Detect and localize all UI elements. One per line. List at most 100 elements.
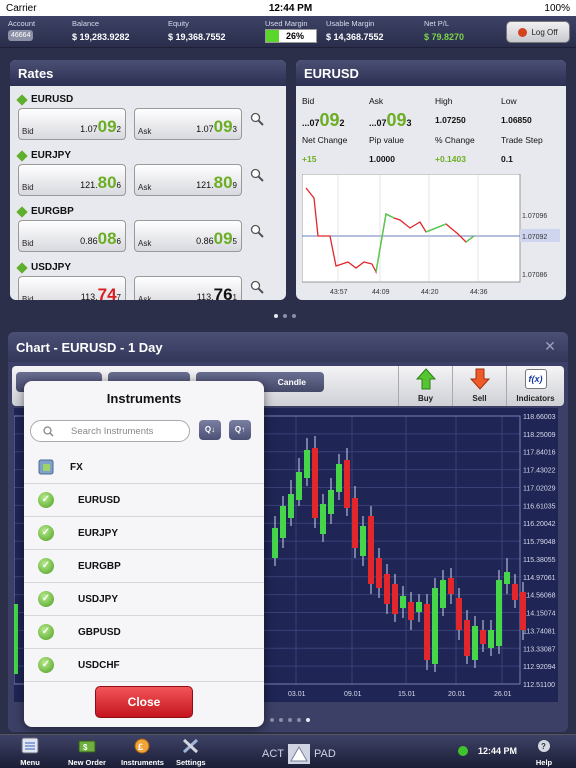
nav-help[interactable]: ? Help [534, 737, 554, 767]
logoff-label: Log Off [531, 27, 558, 37]
candle-body [496, 580, 502, 646]
instrument-row-gbpusd[interactable]: ✓ GBPUSD [24, 616, 264, 649]
eurusd-ask-value: ...07093 [369, 110, 412, 130]
indicators-button[interactable]: f(x) Indicators [506, 366, 564, 406]
page-dot[interactable] [279, 718, 283, 722]
ask-quote-button[interactable]: Ask 121.809 [134, 164, 242, 196]
netpl-label: Net P/L [424, 19, 450, 28]
power-icon [518, 27, 528, 37]
y-tick-label: 117.02029 [523, 485, 556, 492]
instrument-row-usdjpy[interactable]: ✓ USDJPY [24, 583, 264, 616]
candle-body [440, 580, 446, 608]
page-dot[interactable] [306, 718, 310, 722]
ask-price: 121.809 [196, 173, 237, 192]
bid-price: 113.747 [80, 285, 121, 300]
logoff-button[interactable]: Log Off [506, 21, 570, 43]
tick-x-label: 44:36 [470, 289, 488, 296]
nav-settings[interactable]: Settings [176, 737, 206, 767]
bid-quote-button[interactable]: Bid 113.747 [18, 276, 126, 300]
instrument-group-fx[interactable]: FX [24, 451, 264, 484]
checkmark-icon[interactable]: ✓ [38, 624, 54, 640]
eurusd-title: EURUSD [296, 60, 566, 86]
instrument-row-eurgbp[interactable]: ✓ EURGBP [24, 550, 264, 583]
nav-instruments[interactable]: £ Instruments [121, 737, 164, 767]
nav-new-order-label: New Order [68, 758, 106, 767]
buy-button[interactable]: Buy [398, 366, 452, 406]
y-tick-label: 114.15074 [523, 611, 556, 618]
close-chart-icon[interactable]: ✕ [542, 338, 558, 354]
candle-body [296, 472, 302, 500]
close-button[interactable]: Close [95, 686, 193, 718]
bid-quote-button[interactable]: Bid 121.806 [18, 164, 126, 196]
balance-block: Balance $ 19,283.9282 [72, 19, 130, 42]
ask-quote-button[interactable]: Ask 0.86095 [134, 220, 242, 252]
instrument-row-eurusd[interactable]: ✓ EURUSD [24, 484, 264, 517]
bid-quote-button[interactable]: Bid 1.07092 [18, 108, 126, 140]
trade-step-value: 0.1 [501, 154, 513, 164]
candle-body [416, 602, 422, 612]
pip-value: 1.0000 [369, 154, 395, 164]
rate-symbol-eurusd[interactable]: EURUSD [16, 93, 73, 106]
nav-clock: 12:44 PM [478, 746, 518, 756]
svg-text:?: ? [541, 742, 546, 751]
magnifier-icon[interactable] [250, 168, 264, 182]
page-indicator-top[interactable] [274, 314, 296, 318]
instrument-row-usdchf[interactable]: ✓ USDCHF [24, 649, 264, 682]
page-indicator-bottom[interactable] [270, 718, 310, 722]
checkmark-icon[interactable]: ✓ [38, 558, 54, 574]
balance-value: $ 19,283.9282 [72, 32, 130, 42]
new-order-icon: $ [78, 740, 96, 753]
sort-descending-button[interactable]: Q↓ [199, 420, 221, 440]
page-dot[interactable] [283, 314, 287, 318]
net-change-value: +15 [302, 154, 317, 164]
magnifier-icon[interactable] [250, 112, 264, 126]
checkmark-icon[interactable]: ✓ [38, 657, 54, 673]
page-dot[interactable] [288, 718, 292, 722]
instrument-search-input[interactable]: Search Instruments [30, 420, 190, 442]
page-dot[interactable] [297, 718, 301, 722]
x-tick-label: 15.01 [398, 691, 416, 698]
candle-body [408, 602, 414, 620]
nav-menu-label: Menu [20, 758, 40, 767]
bid-quote-button[interactable]: Bid 0.86086 [18, 220, 126, 252]
checkmark-icon[interactable]: ✓ [38, 525, 54, 541]
instrument-name: USDCHF [78, 659, 120, 671]
instrument-name: GBPUSD [78, 626, 121, 638]
nav-new-order[interactable]: $ New Order [68, 737, 106, 767]
instrument-row-eurjpy[interactable]: ✓ EURJPY [24, 517, 264, 550]
page-dot[interactable] [270, 718, 274, 722]
candle-option[interactable]: Candle [278, 377, 306, 387]
candle-body [336, 464, 342, 492]
ask-quote-button[interactable]: Ask 113.761 [134, 276, 242, 300]
candle-body [424, 604, 430, 660]
instruments-popover: Instruments Search Instruments Q↓ Q↑ FX … [24, 381, 264, 727]
candle-body [432, 588, 438, 664]
status-time: 12:44 PM [268, 2, 313, 14]
page-dot[interactable] [274, 314, 278, 318]
magnifier-icon[interactable] [250, 280, 264, 294]
sell-button[interactable]: Sell [452, 366, 506, 406]
y-tick-label: 116.61035 [523, 503, 556, 510]
actpad-logo-mark [288, 744, 310, 764]
tick-y-label: 1.07092 [522, 234, 547, 241]
rate-symbol-eurgbp[interactable]: EURGBP [16, 205, 74, 218]
eurusd-high-label: High [435, 96, 453, 106]
sort-ascending-button[interactable]: Q↑ [229, 420, 251, 440]
buy-arrow-icon [415, 368, 436, 390]
magnifier-icon[interactable] [250, 224, 264, 238]
y-tick-label: 117.43022 [523, 468, 556, 475]
tick-y-label: 1.07096 [522, 213, 547, 220]
checkmark-icon[interactable]: ✓ [38, 591, 54, 607]
rate-symbol-usdjpy[interactable]: USDJPY [16, 261, 71, 274]
nav-menu[interactable]: Menu [20, 737, 40, 767]
ask-label: Ask [138, 295, 152, 300]
buy-label: Buy [417, 394, 434, 403]
nav-help-label: Help [535, 758, 553, 767]
rate-symbol-eurjpy[interactable]: EURJPY [16, 149, 71, 162]
page-dot[interactable] [292, 314, 296, 318]
instrument-name: EURGBP [78, 560, 121, 572]
ask-quote-button[interactable]: Ask 1.07093 [134, 108, 242, 140]
y-tick-label: 118.25009 [523, 432, 556, 439]
bid-label: Bid [22, 295, 34, 300]
checkmark-icon[interactable]: ✓ [38, 492, 54, 508]
